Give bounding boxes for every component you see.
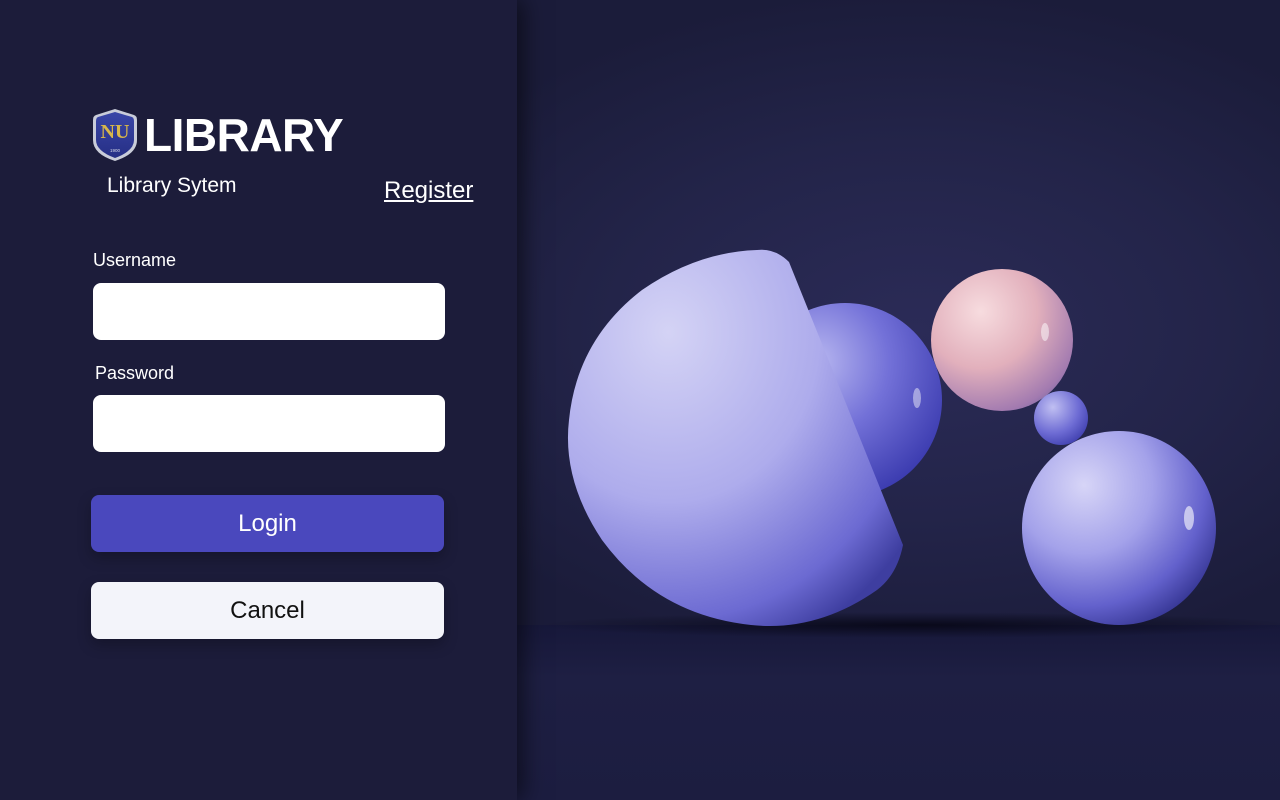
password-input[interactable]	[93, 395, 445, 452]
cancel-button[interactable]: Cancel	[91, 582, 444, 639]
register-link[interactable]: Register	[384, 177, 473, 205]
university-crest-icon: NU 1900	[93, 109, 137, 161]
login-panel: NU 1900 LIBRARY Library Sytem Register U…	[0, 0, 517, 800]
username-label: Username	[93, 250, 177, 270]
sphere-small	[1034, 391, 1088, 445]
subtitle: Library Sytem	[107, 174, 237, 197]
login-button[interactable]: Login	[91, 495, 444, 552]
hero-illustration	[517, 0, 1280, 800]
spheres-illustration	[567, 249, 1216, 626]
username-input[interactable]	[93, 283, 445, 340]
logo-title: LIBRARY	[144, 109, 344, 161]
crest-year: 1900	[110, 148, 121, 153]
sphere-pink	[931, 269, 1073, 411]
crest-monogram: NU	[101, 121, 130, 143]
password-label: Password	[95, 363, 175, 383]
logo: NU 1900 LIBRARY	[92, 108, 344, 162]
